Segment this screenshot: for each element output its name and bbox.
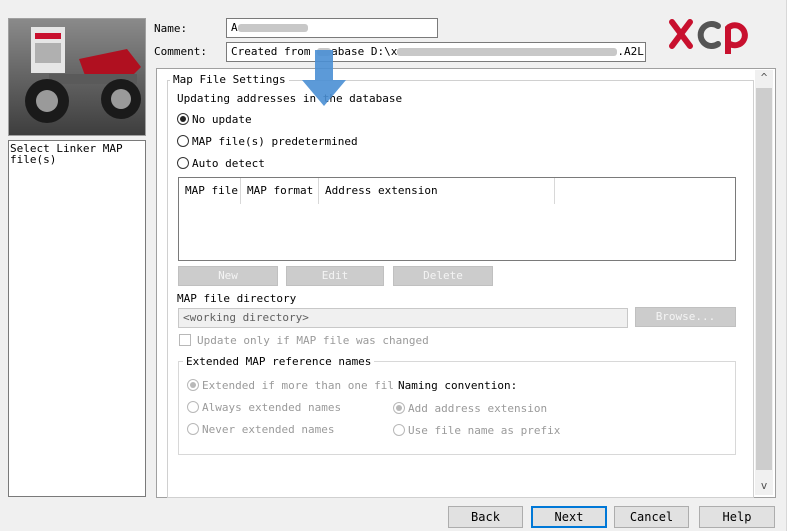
column-header-map-format[interactable]: MAP format	[241, 178, 319, 204]
column-header-map-file[interactable]: MAP file	[179, 178, 241, 204]
radio-button-icon[interactable]	[393, 424, 405, 436]
next-button[interactable]: Next	[531, 506, 607, 528]
help-button[interactable]: Help	[699, 506, 775, 528]
radio-button-icon[interactable]	[187, 401, 199, 413]
naming-convention-label: Naming convention:	[398, 379, 518, 392]
name-field-value: A	[231, 21, 238, 34]
radio-button-icon[interactable]	[393, 402, 405, 414]
new-button[interactable]: New	[178, 266, 278, 286]
comment-label: Comment:	[154, 45, 207, 58]
browse-button[interactable]: Browse...	[635, 307, 736, 327]
map-file-settings-title: Map File Settings	[170, 73, 289, 86]
radio-auto-detect[interactable]: Auto detect	[177, 157, 265, 170]
radio-add-address-extension[interactable]: Add address extension	[393, 402, 547, 415]
radio-use-file-name-prefix[interactable]: Use file name as prefix	[393, 424, 560, 437]
radio-no-update[interactable]: No update	[177, 113, 252, 126]
radio-never-extended[interactable]: Never extended names	[187, 423, 334, 436]
radio-map-predetermined[interactable]: MAP file(s) predetermined	[177, 135, 358, 148]
xcp-logo	[668, 14, 760, 57]
radio-button-icon[interactable]	[177, 135, 189, 147]
map-file-directory-label: MAP file directory	[177, 292, 297, 305]
scroll-down-icon[interactable]: v	[756, 478, 772, 494]
back-button[interactable]: Back	[448, 506, 523, 528]
step-list-panel	[8, 140, 146, 497]
scrollbar-thumb[interactable]	[756, 88, 772, 470]
redacted-text	[237, 24, 308, 32]
delete-button[interactable]: Delete	[393, 266, 493, 286]
extended-map-names-title: Extended MAP reference names	[183, 355, 375, 368]
comment-field[interactable]: Created from abase D:\x .A2L	[226, 42, 646, 62]
radio-button-icon[interactable]	[177, 113, 189, 125]
scroll-up-icon[interactable]: ^	[756, 70, 772, 86]
radio-extended-if-more[interactable]: Extended if more than one fil	[187, 379, 394, 392]
radio-button-icon[interactable]	[187, 423, 199, 435]
map-file-table[interactable]: MAP file MAP format Address extension	[178, 177, 736, 261]
checkbox-icon[interactable]	[179, 334, 191, 346]
step-select-linker-map[interactable]: Select Linker MAP file(s)	[10, 143, 144, 165]
comment-suffix: .A2L	[617, 45, 644, 58]
radio-button-icon[interactable]	[177, 157, 189, 169]
xcp-logo-icon	[669, 19, 748, 57]
radio-always-extended[interactable]: Always extended names	[187, 401, 341, 414]
radio-button-icon[interactable]	[187, 379, 199, 391]
car-thumbnail-image	[8, 18, 146, 136]
table-header: MAP file MAP format Address extension	[179, 178, 555, 204]
annotation-arrow-down-icon	[300, 50, 348, 108]
name-label: Name:	[154, 22, 188, 35]
edit-button[interactable]: Edit	[286, 266, 384, 286]
redacted-text	[397, 48, 618, 56]
map-file-directory-field[interactable]: <working directory>	[178, 308, 628, 328]
column-header-address-extension[interactable]: Address extension	[319, 178, 555, 204]
cancel-button[interactable]: Cancel	[614, 506, 689, 528]
name-field[interactable]: A	[226, 18, 438, 38]
car-illustration-icon	[9, 19, 145, 135]
update-only-checkbox[interactable]: Update only if MAP file was changed	[179, 334, 429, 347]
window-edge	[786, 0, 799, 531]
updating-addresses-label: Updating addresses in the database	[177, 92, 403, 105]
